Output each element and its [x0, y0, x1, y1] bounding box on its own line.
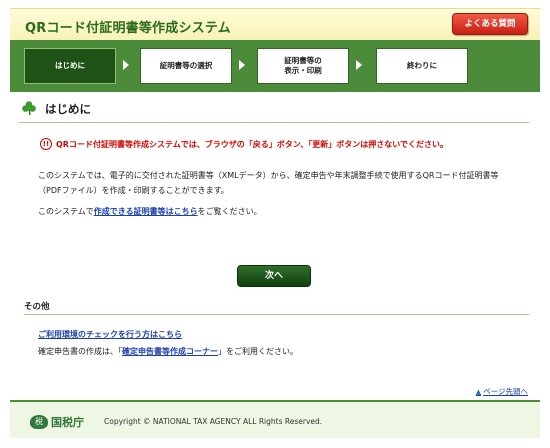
tax-return-corner-link[interactable]: 確定申告書等作成コーナー [122, 347, 218, 356]
text-suffix: 」をご利用ください。 [218, 347, 298, 356]
step-label: 証明書等の選択 [159, 61, 213, 70]
step-finish: 終わりに [376, 48, 468, 84]
copyright-text: Copyright © NATIONAL TAX AGENCY ALL Righ… [104, 417, 323, 426]
section-heading: はじめに [19, 98, 529, 123]
environment-check-link[interactable]: ご利用環境のチェックを行う方はこちら [38, 330, 182, 339]
step-label: 証明書等の 表示・印刷 [284, 56, 322, 75]
up-arrow-icon: ▲ [475, 388, 482, 396]
step-label: はじめに [55, 61, 85, 70]
certificate-list-link[interactable]: 作成できる証明書等はこちら [94, 207, 198, 216]
environment-check-line: ご利用環境のチェックを行う方はこちら [38, 327, 518, 342]
warning-icon: !! [40, 138, 52, 150]
page: QRコード付証明書等作成システム よくある質問 はじめに 証明書等の選択 証明書… [0, 0, 550, 448]
next-button[interactable]: 次へ [237, 265, 311, 287]
page-top-link[interactable]: ▲ ページ先頭へ [476, 386, 528, 397]
nta-logo-text: 国税庁 [51, 416, 84, 429]
text-prefix: このシステムで [38, 207, 94, 216]
intro-paragraph: このシステムでは、電子的に交付された証明書等（XMLデータ）から、確定申告や年末… [38, 171, 499, 195]
nta-emblem-icon: 税 [30, 415, 48, 429]
step-display-print: 証明書等の 表示・印刷 [257, 48, 349, 84]
text-prefix: 確定申告書の作成は、「 [38, 347, 122, 356]
warning-text: QRコード付証明書等作成システムでは、ブラウザの「戻る」ボタン、「更新」ボタンは… [56, 139, 448, 149]
text-suffix: をご覧ください。 [197, 207, 262, 216]
step-select-certificate: 証明書等の選択 [140, 48, 232, 84]
page-top-label: ページ先頭へ [483, 387, 528, 396]
step-arrow-icon [239, 60, 245, 70]
tax-return-line: 確定申告書の作成は、「確定申告書等作成コーナー」をご利用ください。 [38, 344, 518, 359]
step-navigation: はじめに 証明書等の選択 証明書等の 表示・印刷 終わりに [10, 40, 540, 92]
app-title: QRコード付証明書等作成システム [25, 21, 231, 36]
warning-message: !! QRコード付証明書等作成システムでは、ブラウザの「戻る」ボタン、「更新」ボ… [40, 138, 448, 150]
other-heading: その他 [24, 300, 529, 315]
certificate-info-line: このシステムで作成できる証明書等はこちらをご覧ください。 [38, 204, 518, 219]
header-bar: QRコード付証明書等作成システム よくある質問 [10, 8, 540, 41]
faq-button[interactable]: よくある質問 [452, 13, 528, 35]
step-arrow-icon [123, 60, 129, 70]
step-introduction: はじめに [24, 48, 116, 84]
clover-icon [22, 101, 36, 116]
step-label: 終わりに [407, 61, 437, 70]
nta-logo: 税 国税庁 [30, 414, 84, 430]
section-title: はじめに [45, 102, 91, 116]
step-arrow-icon [356, 60, 362, 70]
footer: 税 国税庁 Copyright © NATIONAL TAX AGENCY AL… [10, 400, 540, 438]
